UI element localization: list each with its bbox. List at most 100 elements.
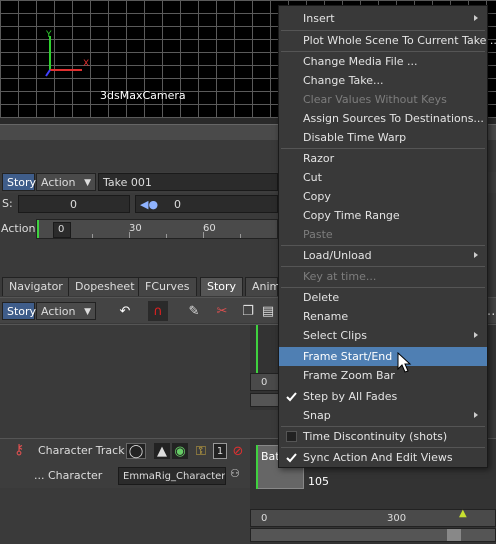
- camera-label: 3dsMaxCamera: [100, 89, 186, 102]
- clip-start-marker: [256, 445, 258, 489]
- clip-prefix: Bat: [261, 450, 280, 463]
- magnet-icon[interactable]: ∩: [148, 301, 168, 321]
- track-mode-button[interactable]: ◯: [126, 443, 146, 459]
- timeline-scrollbar-upper[interactable]: [250, 393, 280, 407]
- menu-item-copy-time-range[interactable]: Copy Time Range: [279, 206, 487, 225]
- action-ruler-label: Action: [1, 222, 36, 235]
- menu-item-change-take[interactable]: Change Take...: [279, 71, 487, 90]
- menu-item-label: Paste: [303, 228, 333, 241]
- track-count-badge: 1: [213, 443, 227, 459]
- menu-item-label: Frame Zoom Bar: [303, 369, 395, 382]
- mute-icon[interactable]: ⊘: [230, 443, 246, 459]
- time-field[interactable]: ◀● 0: [135, 195, 278, 213]
- menu-item-change-media-file[interactable]: Change Media File ...: [279, 52, 487, 71]
- tracks-list-empty: [0, 324, 250, 410]
- toolbar-action-dropdown[interactable]: Action ▼: [36, 302, 96, 320]
- menu-item-label: Load/Unload: [303, 249, 372, 262]
- action-ruler[interactable]: 0 30 60: [36, 219, 278, 239]
- menu-item-label: Plot Whole Scene To Current Take ...: [303, 34, 496, 47]
- menu-item-assign-sources[interactable]: Assign Sources To Destinations...: [279, 109, 487, 128]
- checkmark-icon: [286, 392, 297, 402]
- menu-item-label: Time Discontinuity (shots): [303, 430, 448, 443]
- action-mode-label: Action: [41, 176, 76, 189]
- menu-item-plot-scene[interactable]: Plot Whole Scene To Current Take ...: [279, 31, 496, 50]
- menu-item-load-unload[interactable]: Load/Unload: [279, 246, 487, 265]
- menu-item-label: Key at time...: [303, 270, 377, 283]
- tab-navigator[interactable]: Navigator: [2, 277, 70, 296]
- menu-item-disable-time-warp[interactable]: Disable Time Warp: [279, 128, 487, 147]
- menu-item-cut[interactable]: Cut: [279, 168, 487, 187]
- menu-item-label: Copy: [303, 190, 331, 203]
- tab-story[interactable]: Story: [200, 277, 244, 296]
- menu-item-step-by-all-fades[interactable]: Step by All Fades: [279, 387, 487, 406]
- scrollbar-thumb[interactable]: [447, 529, 461, 541]
- copy-icon[interactable]: ❐: [238, 301, 258, 321]
- menu-item-label: Sync Action And Edit Views: [303, 451, 453, 464]
- menu-item-key-at-time: Key at time...: [279, 267, 487, 286]
- timeline-bottom-mark: 300: [387, 513, 407, 524]
- menu-item-label: Change Media File ...: [303, 55, 418, 68]
- pencil-icon[interactable]: ✎: [184, 301, 204, 321]
- tab-fcurves[interactable]: FCurves: [138, 277, 197, 296]
- submenu-arrow-icon: [474, 252, 478, 258]
- slider-knob-icon: ◀●: [140, 198, 159, 211]
- track-solo-icon[interactable]: ▲: [154, 443, 170, 459]
- take-field[interactable]: Take 001: [98, 173, 278, 191]
- character-label: Character: [48, 469, 103, 482]
- character-pose-icon[interactable]: ⚇: [230, 467, 240, 480]
- menu-item-label: Razor: [303, 152, 335, 165]
- mouse-cursor-icon: [397, 352, 412, 373]
- ruler-tick-label: 30: [129, 223, 142, 234]
- toolbar-story-button[interactable]: Story: [2, 302, 36, 320]
- ruler-start-field[interactable]: 0: [53, 222, 71, 238]
- menu-item-rename[interactable]: Rename: [279, 307, 487, 326]
- return-arrow-icon[interactable]: ↶: [112, 301, 138, 321]
- current-time-marker[interactable]: [37, 220, 39, 238]
- action-mode-dropdown[interactable]: Action ▼: [36, 173, 96, 191]
- eye-icon[interactable]: ◉: [172, 443, 188, 459]
- time-field-value: 0: [174, 198, 181, 211]
- timeline-ruler-upper[interactable]: 0: [250, 373, 280, 391]
- paste-icon[interactable]: ▤: [258, 301, 278, 321]
- menu-item-razor[interactable]: Razor: [279, 149, 487, 168]
- ellipsis-label: ...: [34, 469, 45, 482]
- menu-item-delete[interactable]: Delete: [279, 288, 487, 307]
- menu-item-label: Insert: [303, 12, 335, 25]
- story-mode-button[interactable]: Story: [2, 173, 36, 191]
- timeline-ruler-lower[interactable]: 0 300 ▲: [250, 508, 496, 527]
- menu-item-copy[interactable]: Copy: [279, 187, 487, 206]
- menu-item-label: Assign Sources To Destinations...: [303, 112, 484, 125]
- scissors-icon[interactable]: ✂: [212, 301, 232, 321]
- ruler-tick: [129, 232, 130, 238]
- menu-item-frame-zoom-bar[interactable]: Frame Zoom Bar: [279, 366, 487, 385]
- lock-icon[interactable]: ⚿: [194, 443, 208, 459]
- menu-item-paste: Paste: [279, 225, 487, 244]
- menu-item-time-discontinuity[interactable]: Time Discontinuity (shots): [279, 427, 487, 446]
- menu-item-select-clips[interactable]: Select Clips: [279, 326, 487, 345]
- clip-value: 105: [308, 475, 329, 488]
- ruler-tick: [92, 234, 93, 238]
- tab-animation[interactable]: Anim: [245, 277, 280, 296]
- menu-item-label: Cut: [303, 171, 322, 184]
- menu-item-insert[interactable]: Insert: [279, 9, 487, 28]
- svg-text:X: X: [83, 59, 89, 69]
- toolbar-action-label: Action: [41, 305, 76, 318]
- menu-item-label: Clear Values Without Keys: [303, 93, 447, 106]
- ruler-tick: [240, 234, 241, 238]
- menu-item-label: Frame Start/End: [303, 350, 393, 363]
- menu-item-snap[interactable]: Snap: [279, 406, 487, 425]
- character-select[interactable]: EmmaRig_Character: [118, 467, 226, 485]
- character-track[interactable]: ⚷ Character Track ◯ ▲ ◉ ⚿ 1 ⊘ ... Charac…: [0, 438, 250, 488]
- menu-item-frame-start-end[interactable]: Frame Start/End: [279, 347, 487, 366]
- menu-item-sync-action[interactable]: Sync Action And Edit Views: [279, 448, 487, 467]
- s-value-field[interactable]: 0: [18, 195, 130, 213]
- menu-item-label: Disable Time Warp: [303, 131, 407, 144]
- submenu-arrow-icon: [474, 412, 478, 418]
- timeline-scrollbar-lower[interactable]: [250, 528, 496, 542]
- menu-item-clear-values: Clear Values Without Keys: [279, 90, 487, 109]
- menu-item-label: Rename: [303, 310, 349, 323]
- playhead-marker-icon[interactable]: ▲: [459, 508, 467, 519]
- ruler-tick: [166, 234, 167, 238]
- tab-dopesheet[interactable]: Dopesheet: [68, 277, 142, 296]
- context-menu: Insert Plot Whole Scene To Current Take …: [278, 5, 496, 468]
